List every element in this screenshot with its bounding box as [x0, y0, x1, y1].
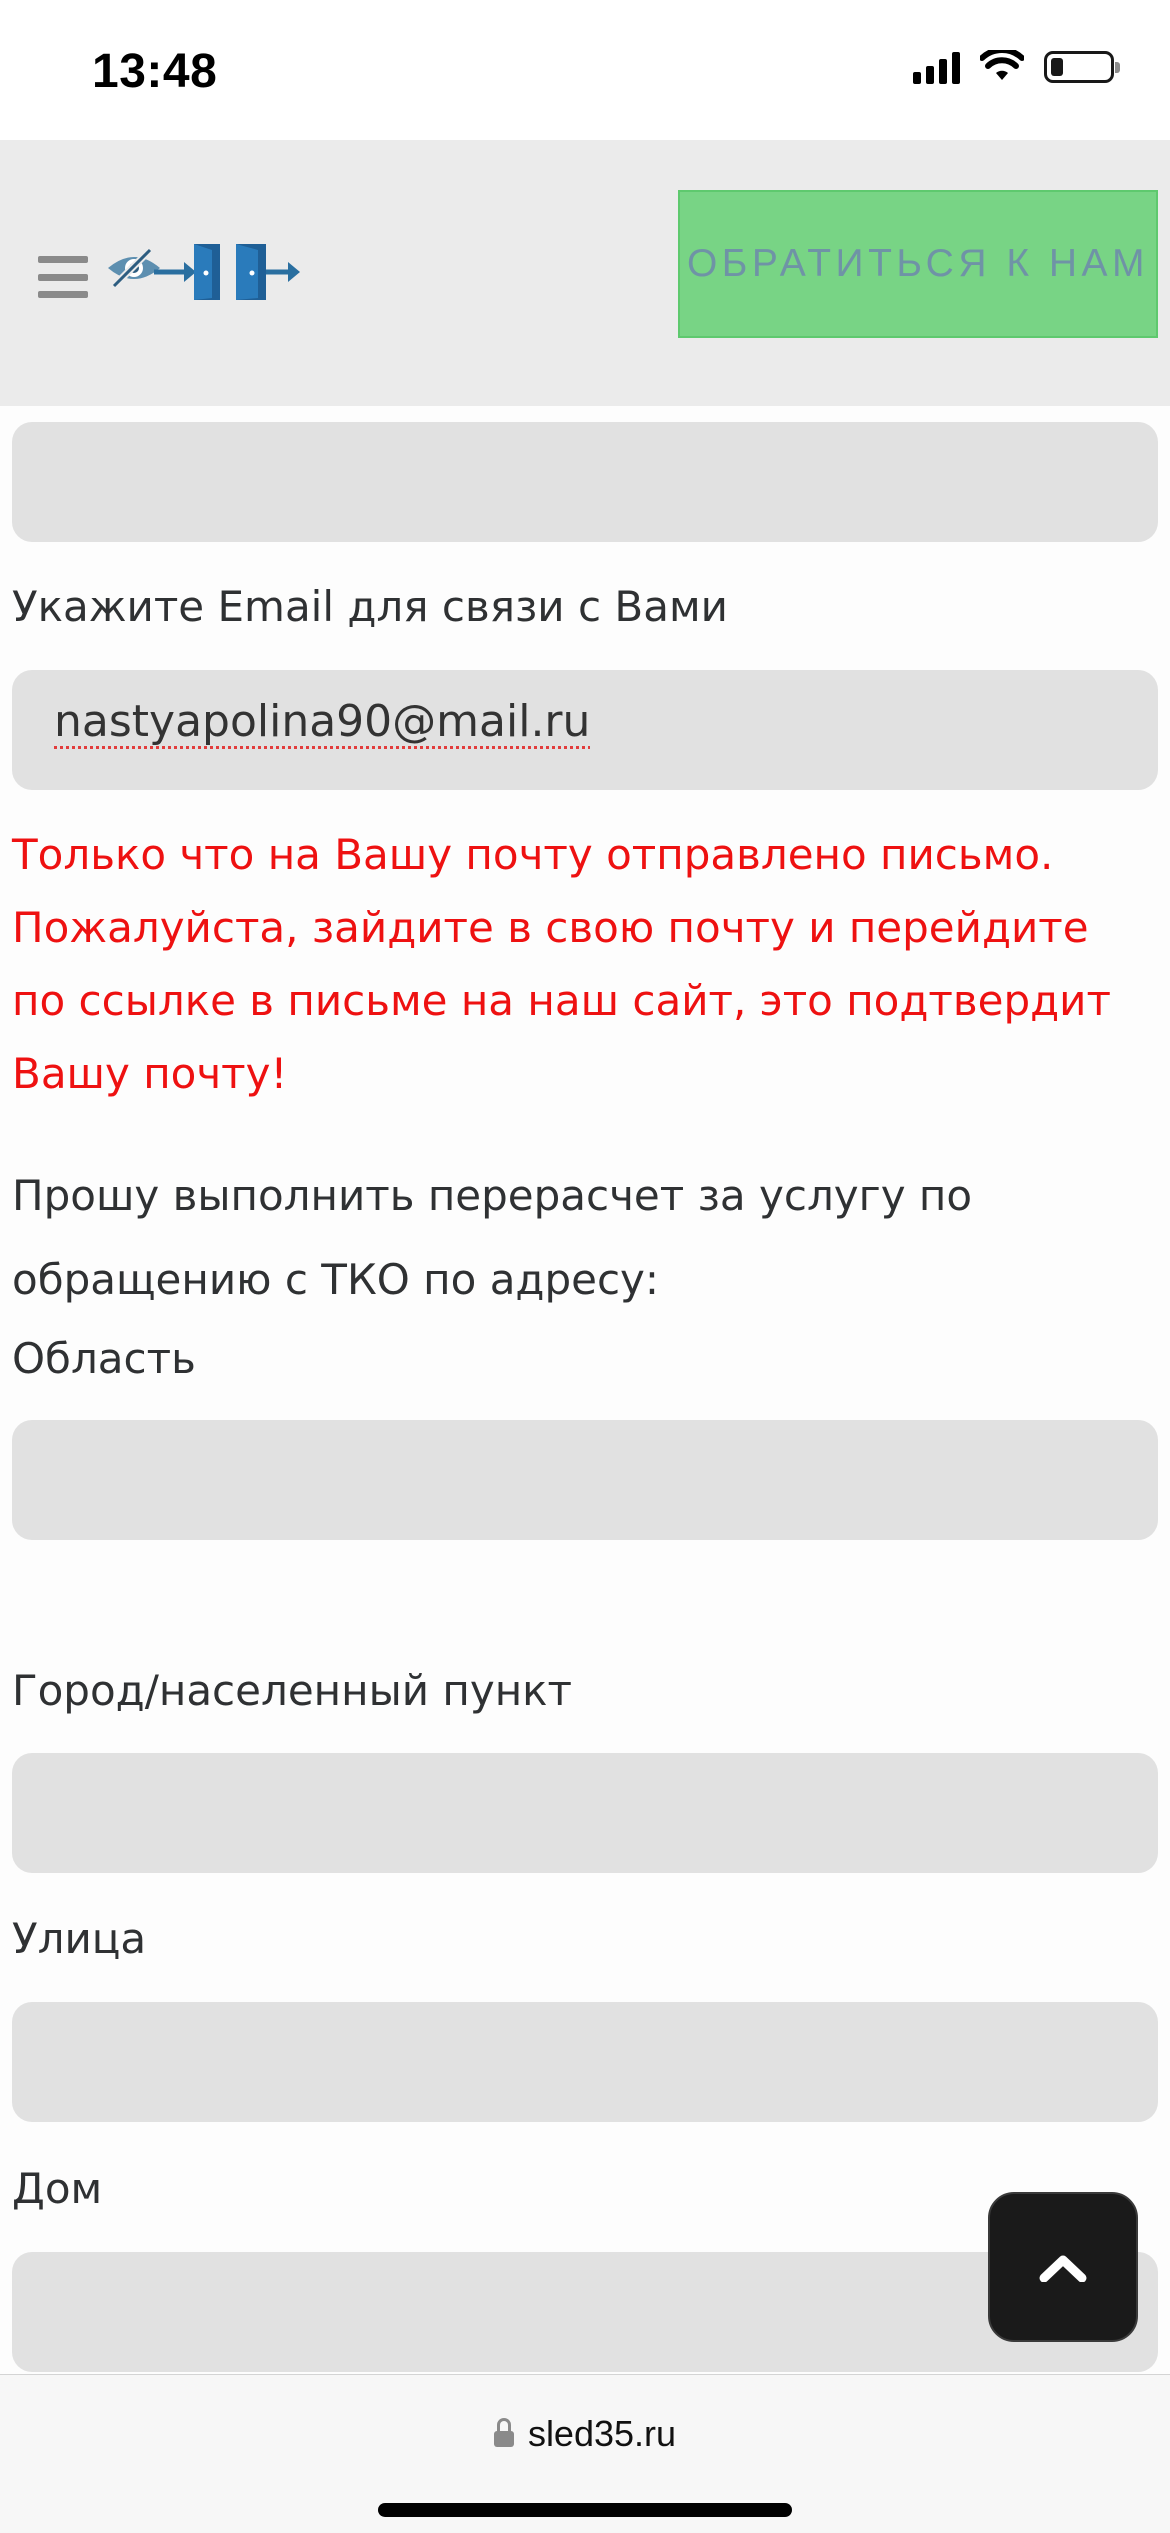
email-label: Укажите Email для связи с Вами [12, 582, 728, 631]
cellular-signal-icon [913, 50, 960, 84]
status-bar: 13:48 [0, 0, 1170, 140]
top-input-field[interactable] [12, 422, 1158, 542]
login-door-icon[interactable] [150, 240, 222, 304]
hamburger-menu-icon[interactable] [38, 256, 88, 298]
wifi-icon [980, 50, 1024, 80]
recalc-request-text: Прошу выполнить перерасчет за услугу по … [12, 1171, 973, 1304]
url-text: sled35.ru [527, 2413, 677, 2454]
chevron-up-icon [1039, 2255, 1087, 2282]
status-icons [913, 50, 1120, 84]
lock-icon [493, 2418, 514, 2447]
address-display[interactable]: sled35.ru [0, 2413, 1170, 2455]
scroll-to-top-button[interactable] [988, 2192, 1138, 2342]
exit-door-icon[interactable] [232, 240, 304, 304]
region-label: Область [12, 1334, 196, 1383]
house-label: Дом [12, 2164, 103, 2213]
site-header: ОБРАТИТЬСЯ К НАМ [0, 140, 1170, 406]
email-confirmation-message: Только что на Вашу почту отправлено пись… [12, 830, 1111, 1098]
email-field[interactable]: nastyapolina90@mail.ru [12, 670, 1158, 790]
browser-address-bar[interactable]: sled35.ru [0, 2374, 1170, 2533]
city-label: Город/населенный пункт [12, 1666, 573, 1715]
street-field[interactable] [12, 2002, 1158, 2122]
email-field-value: nastyapolina90@mail.ru [54, 696, 591, 747]
house-field[interactable] [12, 2252, 1158, 2372]
street-label: Улица [12, 1914, 147, 1963]
city-field[interactable] [12, 1753, 1158, 1873]
contact-us-button[interactable]: ОБРАТИТЬСЯ К НАМ [678, 190, 1158, 338]
battery-icon [1044, 51, 1120, 83]
region-field[interactable] [12, 1420, 1158, 1540]
status-time: 13:48 [92, 45, 218, 98]
home-indicator[interactable] [378, 2503, 792, 2517]
